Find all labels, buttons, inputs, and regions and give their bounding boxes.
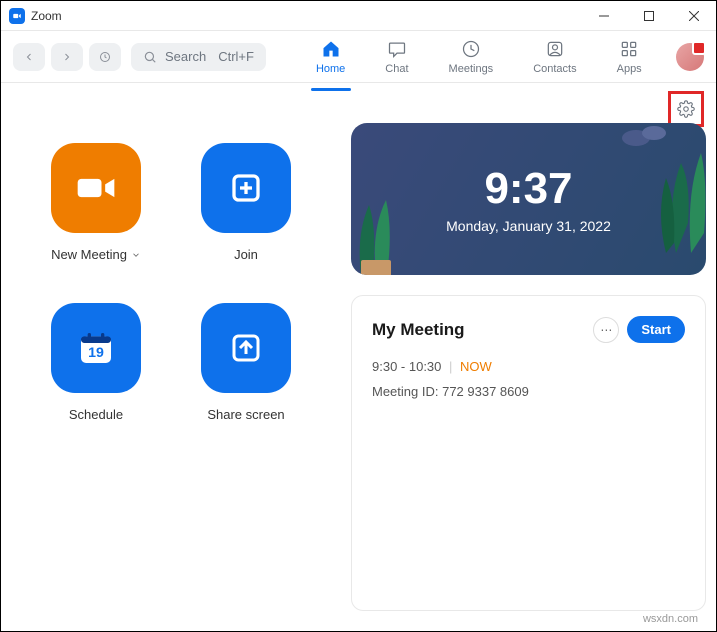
- apps-icon: [619, 39, 639, 59]
- svg-text:19: 19: [88, 345, 104, 361]
- meetings-icon: [461, 39, 481, 59]
- toolbar: Search Ctrl+F Home Chat Meetings Contact…: [1, 31, 716, 83]
- window-controls: [581, 1, 716, 31]
- chat-icon: [387, 39, 407, 59]
- plant-decoration-icon: [616, 123, 706, 253]
- search-icon: [143, 50, 157, 64]
- search-shortcut: Ctrl+F: [218, 49, 254, 64]
- clock-card: 9:37 Monday, January 31, 2022: [351, 123, 706, 275]
- meeting-id: Meeting ID: 772 9337 8609: [372, 384, 685, 399]
- schedule-label: Schedule: [69, 407, 123, 422]
- tab-meetings[interactable]: Meetings: [449, 39, 494, 75]
- meeting-time-range: 9:30 - 10:30: [372, 359, 441, 374]
- home-icon: [321, 39, 341, 59]
- tab-home-label: Home: [316, 63, 345, 75]
- share-icon: [201, 303, 291, 393]
- meeting-time-row: 9:30 - 10:30 | NOW: [372, 359, 685, 374]
- share-screen-button[interactable]: Share screen: [171, 283, 321, 443]
- main-tabs: Home Chat Meetings Contacts Apps: [316, 39, 642, 75]
- calendar-icon: 19: [51, 303, 141, 393]
- search-placeholder: Search: [165, 49, 206, 64]
- plant-decoration-icon: [351, 175, 421, 275]
- join-label: Join: [234, 247, 258, 262]
- share-screen-label: Share screen: [207, 407, 284, 422]
- meeting-now-badge: NOW: [460, 359, 492, 374]
- settings-button[interactable]: [676, 99, 696, 119]
- history-button[interactable]: [89, 43, 121, 71]
- tab-meetings-label: Meetings: [449, 63, 494, 75]
- clock-date: Monday, January 31, 2022: [446, 218, 611, 234]
- close-button[interactable]: [671, 1, 716, 31]
- titlebar-left: Zoom: [9, 8, 62, 24]
- meeting-more-button[interactable]: ⋯: [593, 317, 619, 343]
- tab-chat-label: Chat: [385, 63, 408, 75]
- tab-apps[interactable]: Apps: [617, 39, 642, 75]
- history-nav: [13, 43, 121, 71]
- search-input[interactable]: Search Ctrl+F: [131, 43, 266, 71]
- video-icon: [51, 143, 141, 233]
- titlebar: Zoom: [1, 1, 716, 31]
- plus-icon: [201, 143, 291, 233]
- profile-avatar[interactable]: [676, 43, 704, 71]
- chevron-down-icon[interactable]: [131, 250, 141, 260]
- clock-time: 9:37: [484, 164, 572, 214]
- meeting-title: My Meeting: [372, 320, 465, 340]
- watermark: wsxdn.com: [643, 613, 698, 625]
- right-pane: 9:37 Monday, January 31, 2022 My Meeting…: [351, 123, 706, 611]
- new-meeting-button[interactable]: New Meeting: [21, 123, 171, 283]
- tab-contacts-label: Contacts: [533, 63, 576, 75]
- meeting-card: My Meeting ⋯ Start 9:30 - 10:30 | NOW Me…: [351, 295, 706, 611]
- tab-home[interactable]: Home: [316, 39, 345, 75]
- zoom-logo-icon: [9, 8, 25, 24]
- main-content: New Meeting Join 19 Schedule Share scree…: [1, 83, 716, 631]
- minimize-button[interactable]: [581, 1, 626, 31]
- tab-chat[interactable]: Chat: [385, 39, 408, 75]
- settings-highlight: [668, 91, 704, 127]
- tab-contacts[interactable]: Contacts: [533, 39, 576, 75]
- contacts-icon: [545, 39, 565, 59]
- gear-icon: [677, 100, 695, 118]
- start-meeting-button[interactable]: Start: [627, 316, 685, 343]
- back-button[interactable]: [13, 43, 45, 71]
- tab-apps-label: Apps: [617, 63, 642, 75]
- forward-button[interactable]: [51, 43, 83, 71]
- join-button[interactable]: Join: [171, 123, 321, 283]
- schedule-button[interactable]: 19 Schedule: [21, 283, 171, 443]
- actions-grid: New Meeting Join 19 Schedule Share scree…: [21, 123, 321, 611]
- maximize-button[interactable]: [626, 1, 671, 31]
- new-meeting-label: New Meeting: [51, 247, 127, 262]
- window-title: Zoom: [31, 9, 62, 23]
